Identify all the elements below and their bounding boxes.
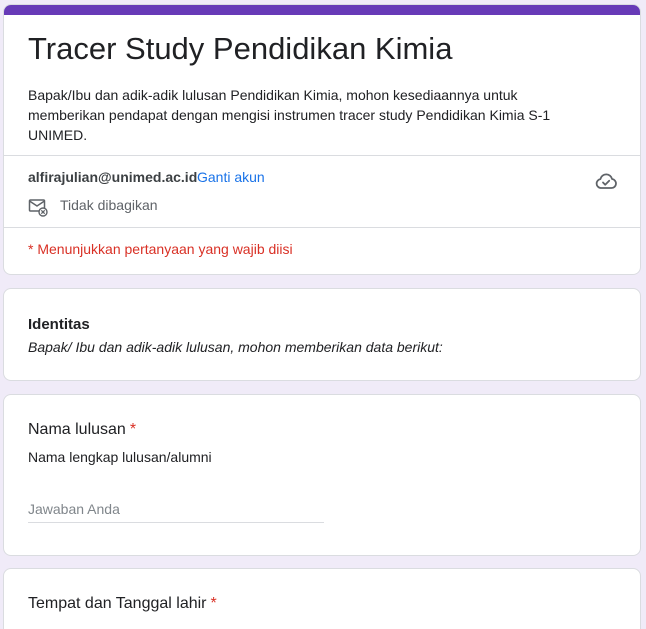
mail-off-icon [28, 197, 48, 217]
required-note: * Menunjukkan pertanyaan yang wajib diis… [28, 241, 293, 257]
switch-account-link[interactable]: Ganti akun [197, 169, 265, 185]
accent-bar [4, 5, 640, 15]
answer-input-nama-lulusan[interactable] [28, 495, 324, 523]
question-card-tempat-tanggal-lahir: Tempat dan Tanggal lahir * [3, 568, 641, 629]
section-title: Identitas [28, 316, 90, 333]
required-asterisk: * [129, 421, 137, 438]
account-email: alfirajulian@unimed.ac.id [28, 169, 198, 185]
section-description: Bapak/ Ibu dan adik-adik lulusan, mohon … [28, 339, 443, 355]
form-header-card: Tracer Study Pendidikan Kimia Bapak/Ibu … [3, 4, 641, 275]
question-title: Tempat dan Tanggal lahir * [28, 595, 217, 613]
section-card-identitas: Identitas Bapak/ Ibu dan adik-adik lulus… [3, 288, 641, 381]
required-asterisk: * [210, 595, 217, 612]
header-divider-top [4, 155, 640, 156]
cloud-check-icon [594, 169, 618, 193]
header-divider-bottom [4, 227, 640, 228]
form-page: Tracer Study Pendidikan Kimia Bapak/Ibu … [0, 0, 646, 629]
share-status-text: Tidak dibagikan [60, 197, 158, 213]
question-title-text: Tempat dan Tanggal lahir [28, 595, 207, 612]
question-help-text: Nama lengkap lulusan/alumni [28, 449, 212, 465]
question-title: Nama lulusan * [28, 421, 136, 439]
question-card-nama-lulusan: Nama lulusan * Nama lengkap lulusan/alumn… [3, 394, 641, 556]
question-title-text: Nama lulusan [28, 421, 126, 438]
form-title: Tracer Study Pendidikan Kimia [28, 31, 453, 66]
form-description: Bapak/Ibu dan adik-adik lulusan Pendidik… [28, 87, 551, 143]
